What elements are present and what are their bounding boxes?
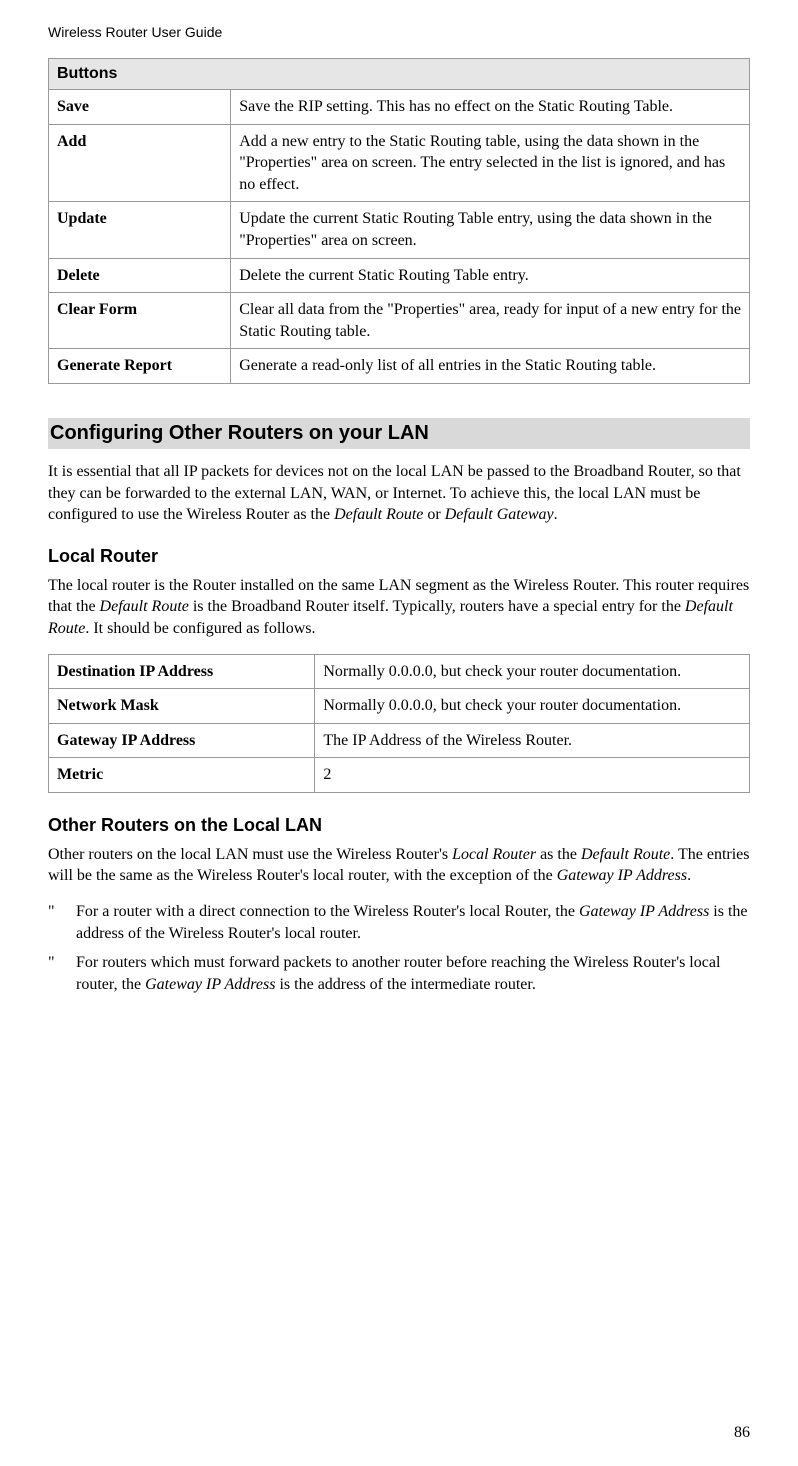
bullet-list: " For a router with a direct connection … bbox=[48, 901, 750, 1003]
running-header: Wireless Router User Guide bbox=[48, 24, 750, 40]
section-paragraph: It is essential that all IP packets for … bbox=[48, 461, 750, 526]
italic-term: Default Gateway bbox=[445, 506, 554, 523]
italic-term: Default Route bbox=[334, 506, 423, 523]
bullet-mark: " bbox=[48, 901, 76, 944]
list-item: " For routers which must forward packets… bbox=[48, 952, 750, 995]
table-row: Clear Form Clear all data from the "Prop… bbox=[49, 293, 750, 349]
table-row: Gateway IP Address The IP Address of the… bbox=[49, 723, 750, 758]
buttons-table: Buttons Save Save the RIP setting. This … bbox=[48, 58, 750, 384]
italic-term: Default Route bbox=[581, 846, 670, 863]
text-span: . bbox=[554, 506, 558, 523]
button-desc: Clear all data from the "Properties" are… bbox=[231, 293, 750, 349]
subheading-local-router: Local Router bbox=[48, 546, 750, 567]
config-value: Normally 0.0.0.0, but check your router … bbox=[315, 654, 750, 689]
italic-term: Default Route bbox=[100, 598, 189, 615]
text-span: . It should be configured as follows. bbox=[85, 620, 315, 637]
table-row: Delete Delete the current Static Routing… bbox=[49, 258, 750, 293]
button-desc: Delete the current Static Routing Table … bbox=[231, 258, 750, 293]
page: Wireless Router User Guide Buttons Save … bbox=[0, 0, 798, 1466]
config-key: Network Mask bbox=[49, 689, 315, 724]
config-value: The IP Address of the Wireless Router. bbox=[315, 723, 750, 758]
button-name: Add bbox=[49, 124, 231, 202]
button-desc: Update the current Static Routing Table … bbox=[231, 202, 750, 258]
button-name: Update bbox=[49, 202, 231, 258]
table-row: Destination IP Address Normally 0.0.0.0,… bbox=[49, 654, 750, 689]
bullet-text: For a router with a direct connection to… bbox=[76, 901, 750, 944]
table-row: Metric 2 bbox=[49, 758, 750, 793]
bullet-mark: " bbox=[48, 952, 76, 995]
list-item: " For a router with a direct connection … bbox=[48, 901, 750, 944]
text-span: . bbox=[687, 867, 691, 884]
subheading-other-routers: Other Routers on the Local LAN bbox=[48, 815, 750, 836]
button-desc: Save the RIP setting. This has no effect… bbox=[231, 90, 750, 125]
config-key: Destination IP Address bbox=[49, 654, 315, 689]
italic-term: Gateway IP Address bbox=[557, 867, 687, 884]
button-desc: Add a new entry to the Static Routing ta… bbox=[231, 124, 750, 202]
italic-term: Gateway IP Address bbox=[145, 976, 275, 993]
table-row: Generate Report Generate a read-only lis… bbox=[49, 349, 750, 384]
other-routers-paragraph: Other routers on the local LAN must use … bbox=[48, 844, 750, 887]
config-value: 2 bbox=[315, 758, 750, 793]
config-value: Normally 0.0.0.0, but check your router … bbox=[315, 689, 750, 724]
text-span: as the bbox=[536, 846, 581, 863]
table-row: Network Mask Normally 0.0.0.0, but check… bbox=[49, 689, 750, 724]
local-router-config-table: Destination IP Address Normally 0.0.0.0,… bbox=[48, 654, 750, 793]
text-span: is the address of the intermediate route… bbox=[275, 976, 535, 993]
italic-term: Local Router bbox=[452, 846, 536, 863]
section-heading: Configuring Other Routers on your LAN bbox=[48, 418, 750, 449]
local-router-paragraph: The local router is the Router installed… bbox=[48, 575, 750, 640]
bullet-text: For routers which must forward packets t… bbox=[76, 952, 750, 995]
text-span: For a router with a direct connection to… bbox=[76, 903, 579, 920]
text-span: is the Broadband Router itself. Typicall… bbox=[189, 598, 685, 615]
table-row: Update Update the current Static Routing… bbox=[49, 202, 750, 258]
italic-term: Gateway IP Address bbox=[579, 903, 709, 920]
button-name: Generate Report bbox=[49, 349, 231, 384]
text-span: Other routers on the local LAN must use … bbox=[48, 846, 452, 863]
config-key: Metric bbox=[49, 758, 315, 793]
button-name: Delete bbox=[49, 258, 231, 293]
button-name: Clear Form bbox=[49, 293, 231, 349]
config-key: Gateway IP Address bbox=[49, 723, 315, 758]
text-span: or bbox=[423, 506, 444, 523]
buttons-table-title: Buttons bbox=[49, 59, 750, 90]
page-number: 86 bbox=[734, 1424, 750, 1442]
button-desc: Generate a read-only list of all entries… bbox=[231, 349, 750, 384]
table-row: Save Save the RIP setting. This has no e… bbox=[49, 90, 750, 125]
button-name: Save bbox=[49, 90, 231, 125]
table-row: Add Add a new entry to the Static Routin… bbox=[49, 124, 750, 202]
